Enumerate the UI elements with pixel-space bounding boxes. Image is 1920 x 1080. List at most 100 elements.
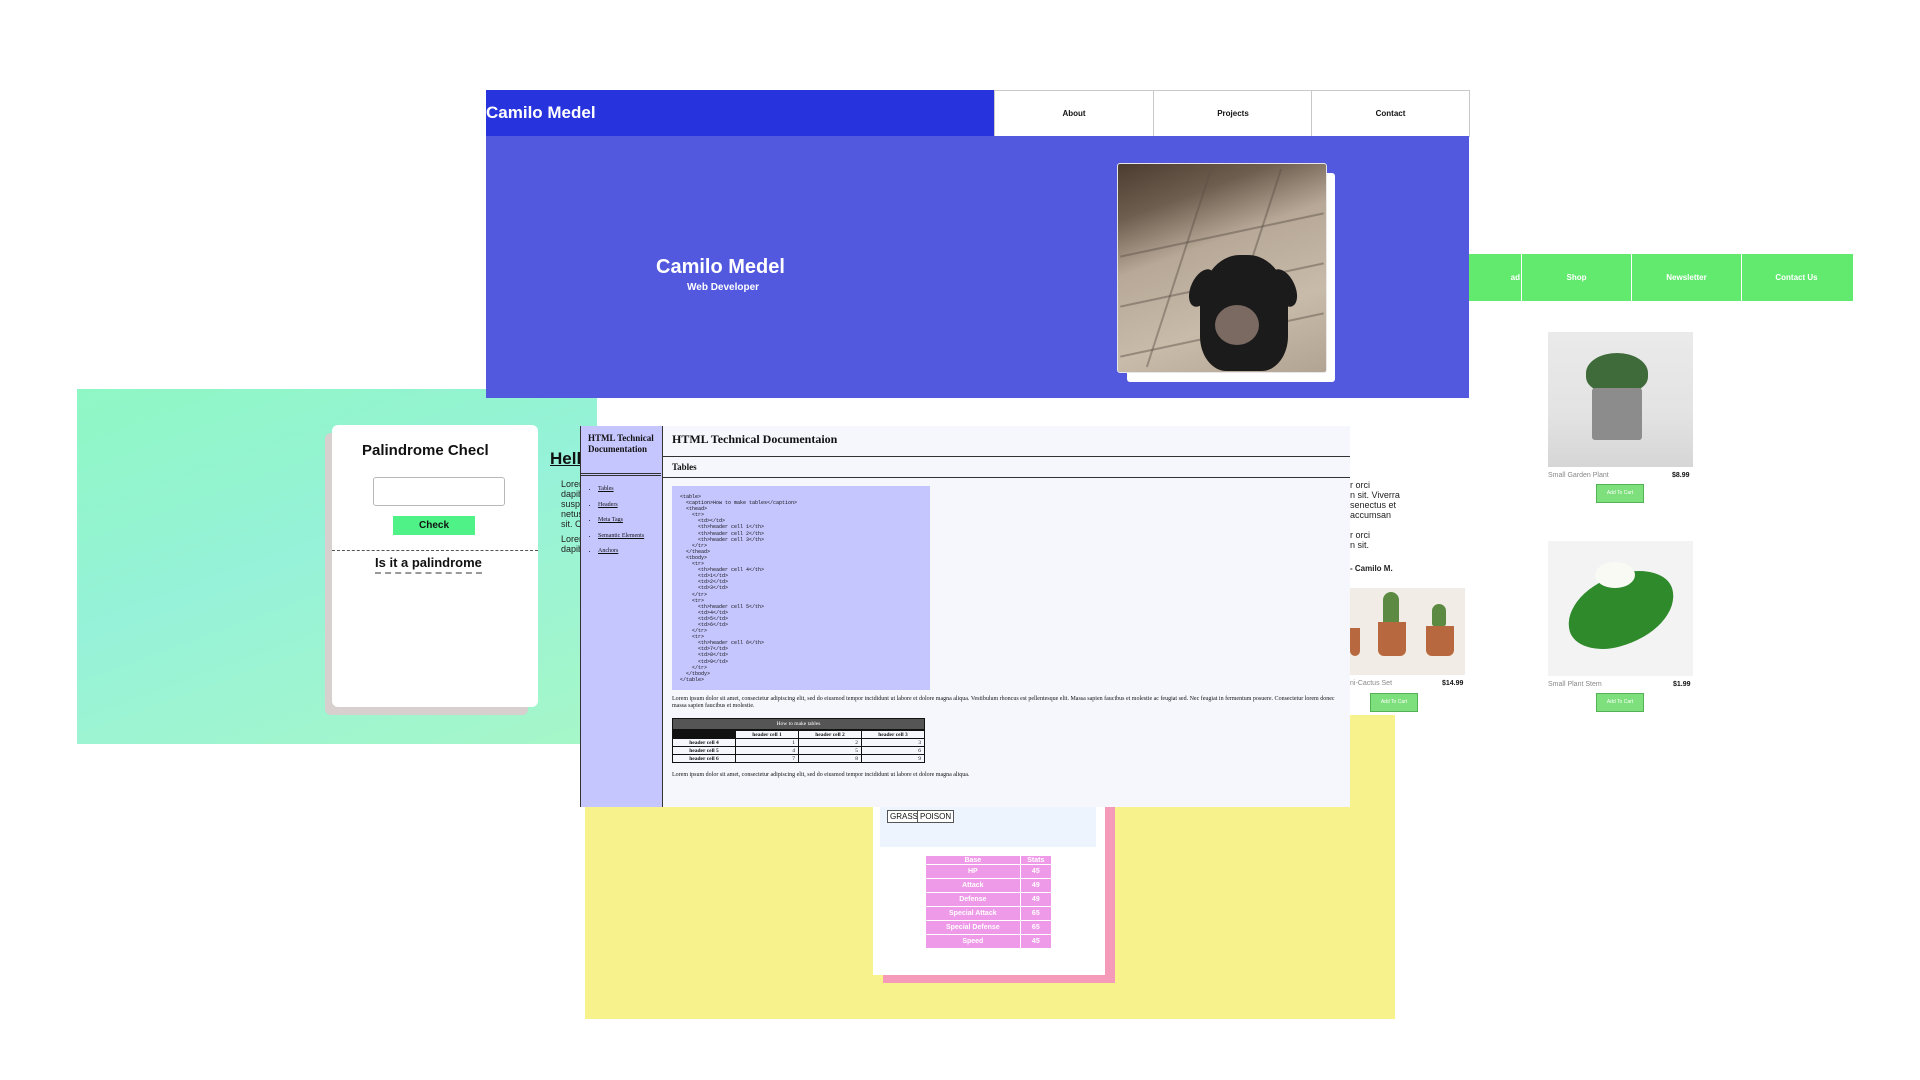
stat-value: 45 bbox=[1019, 934, 1053, 949]
about-paragraph: Lorem dapib susp netus sit. C bbox=[561, 479, 581, 529]
table-header-cell: header cell 2 bbox=[798, 730, 862, 739]
shop-nav-shop[interactable]: Shop bbox=[1521, 254, 1631, 301]
table-caption: How to make tables bbox=[672, 718, 925, 730]
stat-value: 65 bbox=[1019, 906, 1053, 921]
docs-paragraph: Lorem ipsum dolor sit amet, consectetur … bbox=[672, 772, 970, 778]
table-cell: 6 bbox=[861, 746, 925, 755]
type-badge-poison: POISON bbox=[917, 810, 955, 823]
docs-title: HTML Technical Documentaion bbox=[672, 432, 838, 446]
table-cell: 5 bbox=[798, 746, 862, 755]
cactus-pot bbox=[1378, 622, 1406, 656]
table-header-cell: header cell 1 bbox=[735, 730, 799, 739]
shop-nav-newsletter[interactable]: Newsletter bbox=[1631, 254, 1741, 301]
table-cell: 9 bbox=[861, 754, 925, 763]
stat-value: 65 bbox=[1019, 920, 1053, 935]
nav-link-tables[interactable]: Tables bbox=[598, 482, 644, 498]
nav-link-headers[interactable]: Headers bbox=[598, 498, 644, 514]
shop-text-line: r orci bbox=[1350, 480, 1370, 490]
floor-tile-line bbox=[1120, 212, 1324, 258]
stat-name: Speed bbox=[925, 934, 1021, 949]
shop-navbar: ad Shop Newsletter Contact Us bbox=[1465, 254, 1853, 301]
stat-name: Defense bbox=[925, 892, 1021, 907]
table-row-header: header cell 4 bbox=[672, 738, 736, 747]
about-line: dapib bbox=[561, 544, 581, 554]
product-name: Small Plant Stem bbox=[1548, 681, 1602, 688]
shop-text-line: n sit. bbox=[1350, 540, 1370, 550]
shop-text-spacer bbox=[1350, 520, 1440, 530]
nav-link-anchors[interactable]: Anchors bbox=[598, 544, 644, 560]
hero-role: Web Developer bbox=[687, 282, 760, 293]
stat-name: Special Attack bbox=[925, 906, 1021, 921]
stat-value: 49 bbox=[1019, 892, 1053, 907]
palindrome-text-input[interactable] bbox=[373, 477, 505, 506]
docs-divider bbox=[662, 456, 1350, 457]
table-cell: 1 bbox=[735, 738, 799, 747]
docs-paragraph: Lorem ipsum dolor sit amet, consectetur … bbox=[672, 696, 1335, 709]
table-cell: 8 bbox=[798, 754, 862, 763]
cactus bbox=[1383, 592, 1399, 624]
docs-nav-divider bbox=[581, 473, 661, 476]
about-line: dapib bbox=[561, 489, 581, 499]
product-price: $1.99 bbox=[1673, 681, 1691, 688]
portfolio-logo-title[interactable]: Camilo Medel bbox=[486, 103, 596, 123]
stat-name: HP bbox=[925, 864, 1021, 879]
dog-muzzle bbox=[1215, 305, 1259, 345]
section-heading-tables: Tables bbox=[672, 462, 697, 472]
product-name: ni-Cactus Set bbox=[1350, 680, 1393, 687]
code-text: <table> <caption>How to make tables</cap… bbox=[680, 494, 798, 683]
table-row-header: header cell 6 bbox=[672, 754, 736, 763]
example-table: How to make tables header cell 1 header … bbox=[672, 718, 925, 763]
table-cell: 3 bbox=[861, 738, 925, 747]
shop-text-line: accumsan bbox=[1350, 510, 1392, 520]
stats-header-base: Base bbox=[925, 855, 1021, 865]
add-to-cart-button[interactable]: Add To Cart bbox=[1370, 693, 1418, 712]
plant-leaves bbox=[1586, 353, 1648, 393]
docs-nav-list: Tables Headers Meta Tags Semantic Elemen… bbox=[590, 482, 644, 560]
table-row-header: header cell 5 bbox=[672, 746, 736, 755]
shop-text-line: n sit. Viverra bbox=[1350, 490, 1400, 500]
product-name: Small Garden Plant bbox=[1548, 472, 1609, 479]
plant-flowers bbox=[1595, 562, 1635, 588]
palindrome-result: Is it a palindrome bbox=[375, 555, 482, 574]
product-price: $14.99 bbox=[1442, 680, 1464, 687]
about-line: sit. C bbox=[561, 519, 581, 529]
shop-nav-contact-us[interactable]: Contact Us bbox=[1741, 254, 1851, 301]
shop-text-line: r orci bbox=[1350, 530, 1370, 540]
stat-value: 45 bbox=[1019, 864, 1053, 879]
about-line: susp bbox=[561, 499, 581, 509]
nav-contact[interactable]: Contact bbox=[1311, 90, 1470, 137]
table-header-cell: header cell 3 bbox=[861, 730, 925, 739]
stat-name: Attack bbox=[925, 878, 1021, 893]
nav-about[interactable]: About bbox=[994, 90, 1154, 137]
code-block: <table> <caption>How to make tables</cap… bbox=[672, 486, 930, 690]
about-paragraph: Lorem dapib bbox=[561, 534, 581, 554]
nav-link-meta-tags[interactable]: Meta Tags bbox=[598, 513, 644, 529]
shop-signature: - Camilo M. bbox=[1350, 564, 1393, 573]
shop-about-text: r orci n sit. Viverra senectus et accums… bbox=[1350, 480, 1440, 550]
palindrome-title: Palindrome Checl bbox=[362, 442, 489, 459]
about-line: netus bbox=[561, 509, 581, 519]
pokemon-stats-table: Base Stats HP 45 Attack 49 Defense 49 Specia… bbox=[925, 855, 1053, 949]
nav-projects[interactable]: Projects bbox=[1153, 90, 1313, 137]
add-to-cart-button[interactable]: Add To Cart bbox=[1596, 693, 1644, 712]
nav-link-semantic-elements[interactable]: Semantic Elements bbox=[598, 529, 644, 545]
hero-name: Camilo Medel bbox=[656, 256, 785, 278]
add-to-cart-button[interactable]: Add To Cart bbox=[1596, 484, 1644, 503]
docs-divider bbox=[662, 477, 1350, 478]
hello-heading: Hell bbox=[550, 449, 582, 468]
about-line: Lorem bbox=[561, 479, 581, 489]
cactus bbox=[1432, 604, 1446, 626]
product-price: $8.99 bbox=[1672, 472, 1690, 479]
table-cell: 2 bbox=[798, 738, 862, 747]
shop-nav-home[interactable]: ad bbox=[1465, 254, 1528, 301]
plant-pot bbox=[1592, 388, 1642, 440]
stats-header-stats: Stats bbox=[1019, 855, 1053, 865]
table-cell: 4 bbox=[735, 746, 799, 755]
cactus-pot bbox=[1426, 626, 1454, 656]
stat-value: 49 bbox=[1019, 878, 1053, 893]
stat-name: Special Defense bbox=[925, 920, 1021, 935]
docs-nav-title: HTML Technical Documentation bbox=[588, 433, 654, 454]
check-button[interactable]: Check bbox=[393, 516, 475, 535]
table-corner-cell bbox=[672, 730, 736, 739]
shop-text-line: senectus et bbox=[1350, 500, 1397, 510]
